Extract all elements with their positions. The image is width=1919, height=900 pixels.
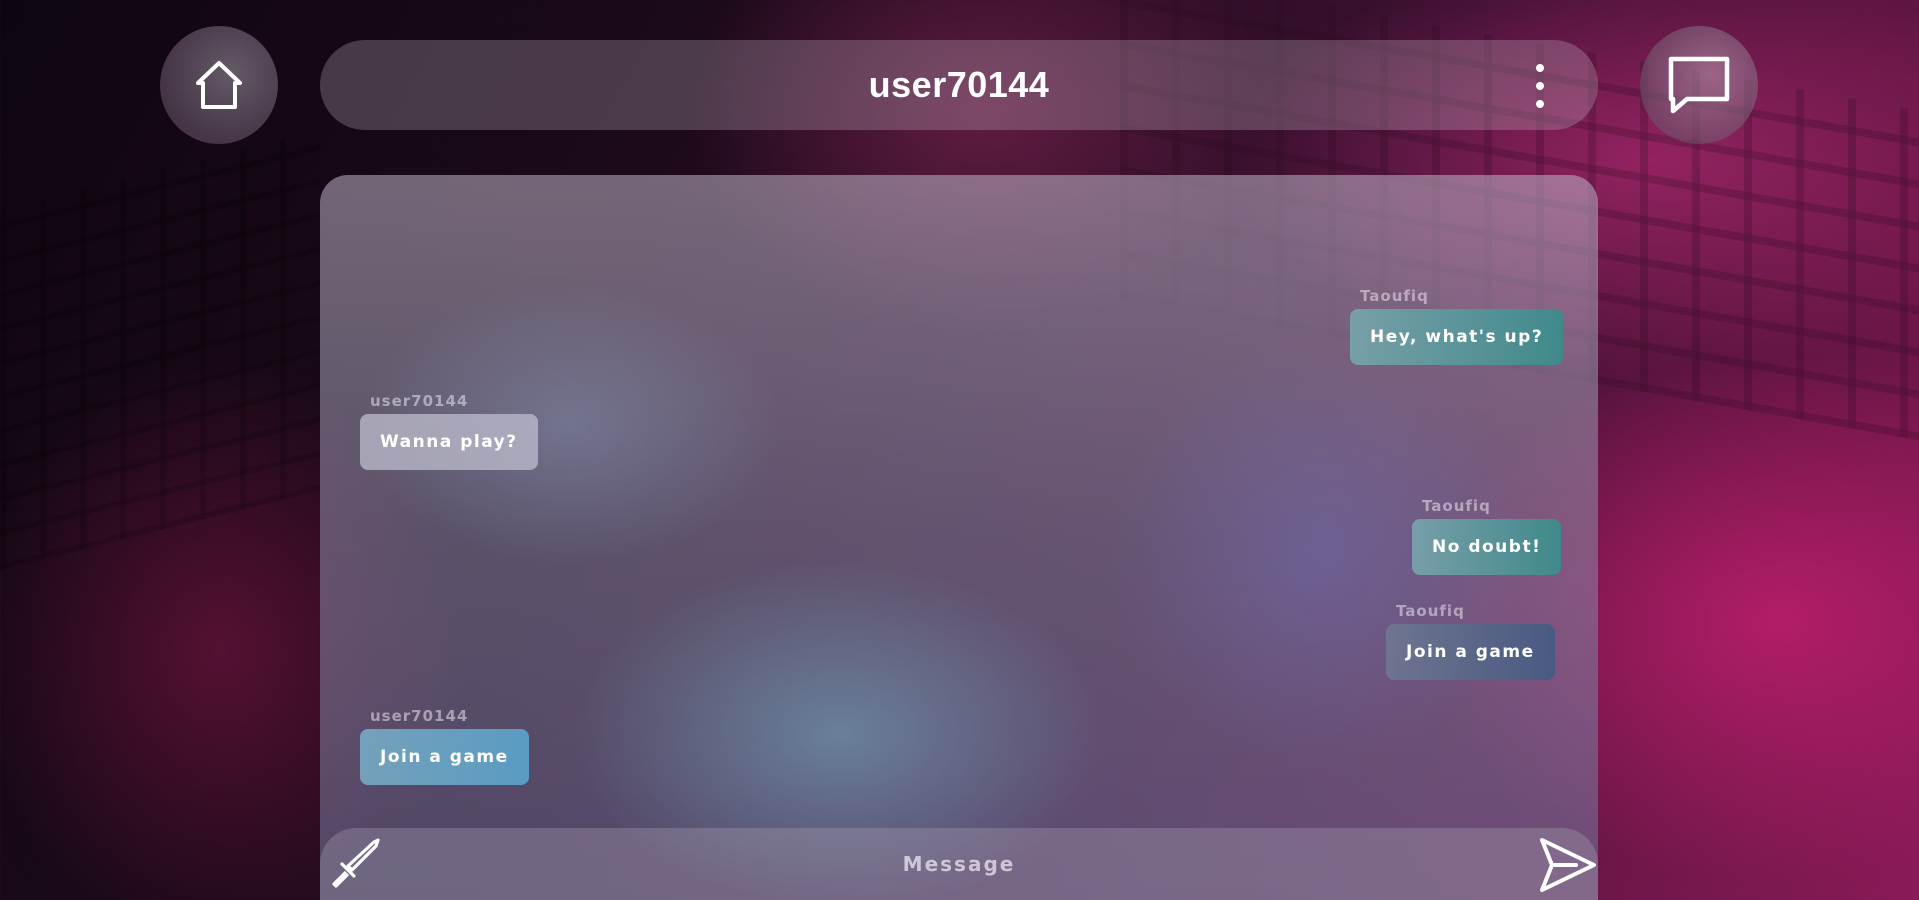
message-sender: Taoufiq (1360, 287, 1429, 305)
message-sender: Taoufiq (1396, 602, 1465, 620)
message-bubble: Join a game (360, 729, 529, 785)
message-sender: user70144 (370, 707, 469, 725)
chat-bubble-icon (1668, 56, 1730, 114)
conversation-header: user70144 (320, 40, 1598, 130)
chat-button[interactable] (1640, 26, 1758, 144)
message-item: Taoufiq Join a game (1386, 602, 1555, 680)
message-bubble: No doubt! (1412, 519, 1562, 575)
background-keyboard-left (0, 130, 320, 570)
message-item: Taoufiq No doubt! (1412, 497, 1562, 575)
message-item: Taoufiq Hey, what's up? (1350, 287, 1564, 365)
message-item: user70144 Join a game (360, 707, 529, 785)
more-vertical-icon[interactable] (1532, 64, 1548, 108)
home-icon (196, 61, 242, 109)
sword-icon[interactable] (326, 836, 382, 892)
message-input[interactable] (507, 838, 1411, 890)
message-bubble: Hey, what's up? (1350, 309, 1564, 365)
send-icon[interactable] (1536, 834, 1598, 896)
message-sender: Taoufiq (1422, 497, 1491, 515)
chat-messages-panel[interactable]: Taoufiq Hey, what's up? user70144 Wanna … (320, 175, 1598, 900)
message-sender: user70144 (370, 392, 469, 410)
message-bubble: Wanna play? (360, 414, 538, 470)
message-composer (320, 828, 1598, 900)
message-item: user70144 Wanna play? (360, 392, 538, 470)
home-button[interactable] (160, 26, 278, 144)
message-bubble: Join a game (1386, 624, 1555, 680)
conversation-title: user70144 (868, 64, 1050, 105)
